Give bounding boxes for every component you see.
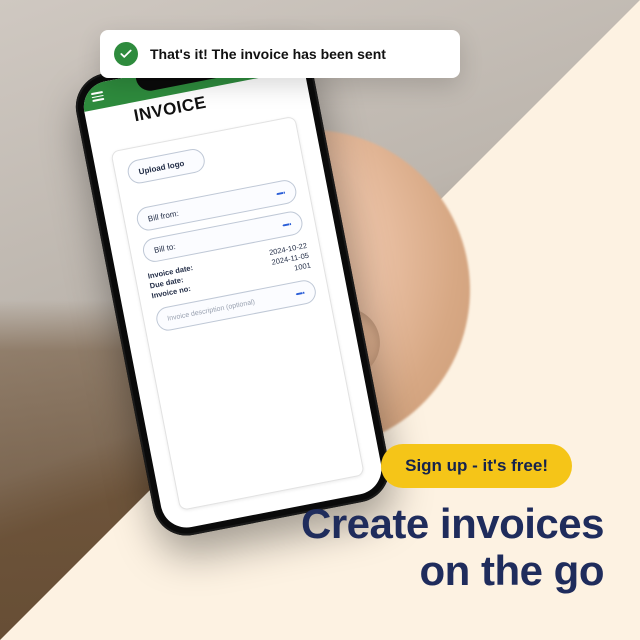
success-toast: That's it! The invoice has been sent [100, 30, 460, 78]
upload-logo-button[interactable]: Upload logo [126, 147, 207, 185]
toast-message: That's it! The invoice has been sent [150, 46, 386, 62]
promo-banner: INVOICE Upload logo Bill from: Bill to: … [0, 0, 640, 640]
invoice-description-placeholder: Invoice description (optional) [167, 299, 256, 323]
sign-up-label: Sign up - it's free! [405, 456, 548, 476]
menu-icon[interactable] [91, 91, 104, 102]
edit-icon [294, 287, 306, 299]
upload-logo-label: Upload logo [138, 158, 185, 176]
headline-line-2: on the go [301, 547, 604, 594]
check-circle-icon [114, 42, 138, 66]
invoice-no-value: 1001 [294, 261, 312, 274]
headline: Create invoices on the go [301, 500, 604, 594]
edit-icon [275, 187, 287, 199]
headline-line-1: Create invoices [301, 500, 604, 547]
bill-to-label: Bill to: [153, 242, 176, 255]
bill-from-label: Bill from: [147, 208, 179, 223]
sign-up-button[interactable]: Sign up - it's free! [381, 444, 572, 488]
edit-icon [281, 218, 293, 230]
